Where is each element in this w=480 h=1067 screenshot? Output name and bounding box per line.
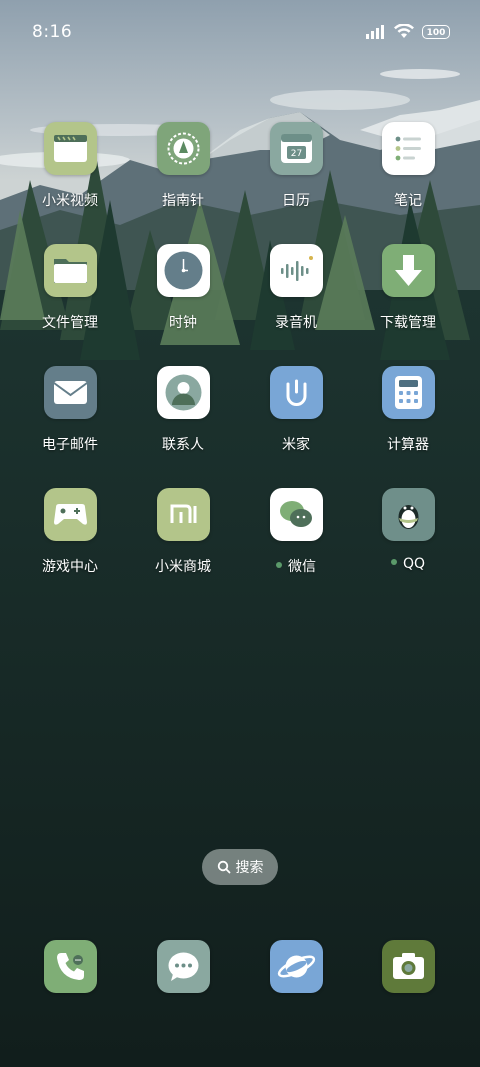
status-bar: 8:16 100 bbox=[0, 0, 480, 66]
compass-icon bbox=[157, 122, 210, 175]
new-message-dot bbox=[276, 562, 282, 568]
new-message-dot bbox=[390, 559, 397, 565]
app-label: 电子邮件 bbox=[42, 437, 98, 453]
dock-messages[interactable] bbox=[157, 940, 210, 993]
app-notes[interactable]: 笔记 bbox=[352, 122, 464, 222]
mail-icon bbox=[44, 366, 97, 419]
app-label: QQ bbox=[352, 556, 464, 572]
search-label: 搜索 bbox=[235, 860, 264, 876]
app-contacts[interactable]: 联系人 bbox=[127, 366, 239, 466]
app-label: 笔记 bbox=[394, 193, 422, 209]
dock-camera[interactable] bbox=[382, 940, 435, 993]
mi-store-icon bbox=[157, 488, 210, 541]
browser-icon bbox=[277, 955, 316, 978]
status-icons: 100 bbox=[366, 24, 450, 39]
app-label: 时钟 bbox=[169, 315, 197, 331]
notes-icon bbox=[382, 122, 435, 175]
app-label: 微信 bbox=[240, 556, 352, 576]
app-clock[interactable]: 时钟 bbox=[127, 244, 239, 344]
app-download-manager[interactable]: 下载管理 bbox=[352, 244, 464, 344]
wifi-icon bbox=[394, 24, 414, 38]
phone-icon bbox=[57, 953, 84, 980]
search-button[interactable]: 搜索 bbox=[202, 849, 278, 885]
app-file-manager[interactable]: 文件管理 bbox=[14, 244, 126, 344]
calculator-icon bbox=[382, 366, 435, 419]
folder-icon bbox=[44, 244, 97, 297]
app-label: 文件管理 bbox=[42, 315, 98, 331]
app-label: 录音机 bbox=[275, 315, 317, 331]
app-label: 小米视频 bbox=[42, 193, 98, 209]
qq-penguin-icon bbox=[382, 488, 435, 541]
download-icon bbox=[382, 244, 435, 297]
sound-recorder-icon bbox=[270, 244, 323, 297]
video-player-icon bbox=[44, 122, 97, 175]
battery-icon: 100 bbox=[422, 24, 450, 39]
app-label: 指南针 bbox=[162, 193, 204, 209]
contacts-icon bbox=[157, 366, 210, 419]
app-label: 日历 bbox=[282, 193, 310, 209]
messages-icon bbox=[168, 952, 199, 981]
clock-icon bbox=[157, 244, 210, 297]
camera-icon bbox=[393, 953, 424, 979]
dock-phone[interactable] bbox=[44, 940, 97, 993]
search-icon bbox=[217, 860, 230, 874]
app-mijia[interactable]: 米家 bbox=[240, 366, 352, 466]
app-label: 游戏中心 bbox=[42, 559, 98, 575]
app-label: 下载管理 bbox=[380, 315, 436, 331]
app-label: 联系人 bbox=[162, 437, 204, 453]
app-email[interactable]: 电子邮件 bbox=[14, 366, 126, 466]
dock-browser[interactable] bbox=[270, 940, 323, 993]
app-qq[interactable]: QQ bbox=[352, 488, 464, 588]
mijia-icon bbox=[270, 366, 323, 419]
app-label: 计算器 bbox=[387, 437, 429, 453]
calendar-icon: 27 bbox=[270, 122, 323, 175]
wechat-icon bbox=[270, 488, 323, 541]
signal-icon bbox=[366, 24, 384, 39]
app-sound-recorder[interactable]: 录音机 bbox=[240, 244, 352, 344]
calendar-date: 27 bbox=[291, 149, 302, 159]
app-label: 小米商城 bbox=[155, 559, 211, 575]
app-game-center[interactable]: 游戏中心 bbox=[14, 488, 126, 588]
app-calendar[interactable]: 27 日历 bbox=[240, 122, 352, 222]
app-wechat[interactable]: 微信 bbox=[240, 488, 352, 588]
app-compass[interactable]: 指南针 bbox=[127, 122, 239, 222]
app-mi-store[interactable]: 小米商城 bbox=[127, 488, 239, 588]
app-mi-video[interactable]: 小米视频 bbox=[14, 122, 126, 222]
status-time: 8:16 bbox=[32, 22, 73, 42]
app-calculator[interactable]: 计算器 bbox=[352, 366, 464, 466]
gamepad-icon bbox=[44, 488, 97, 541]
app-label: 米家 bbox=[282, 437, 310, 453]
